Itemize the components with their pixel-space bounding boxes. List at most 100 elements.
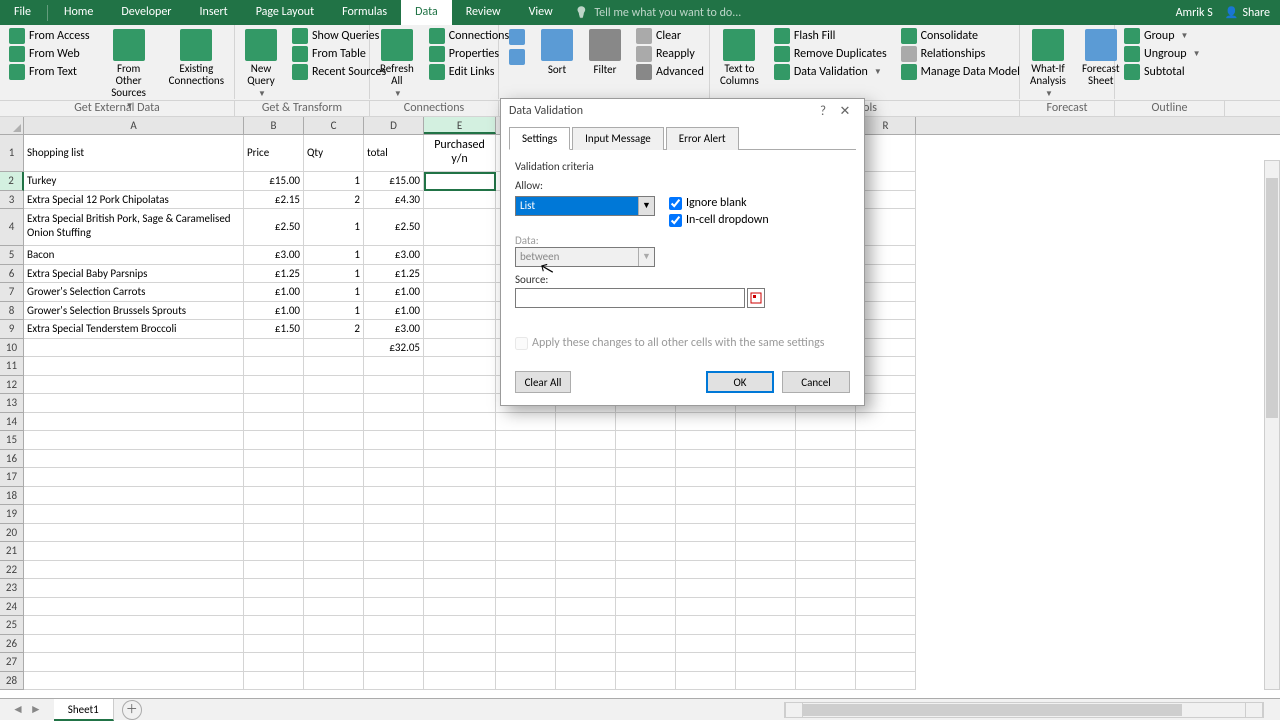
tab-developer[interactable]: Developer: [107, 0, 185, 25]
cell[interactable]: [424, 191, 496, 210]
row-head[interactable]: 4: [0, 209, 24, 246]
whatif-button[interactable]: What-If Analysis▼: [1026, 27, 1070, 101]
range-picker-button[interactable]: [747, 288, 765, 308]
row-head[interactable]: 8: [0, 302, 24, 321]
new-sheet-button[interactable]: ＋: [122, 700, 142, 720]
from-text-button[interactable]: From Text: [6, 63, 93, 81]
row-head[interactable]: 23: [0, 579, 24, 598]
row-head[interactable]: 20: [0, 524, 24, 543]
cell[interactable]: Shopping list: [24, 135, 244, 172]
row-head[interactable]: 19: [0, 505, 24, 524]
cell[interactable]: £1.00: [364, 302, 424, 321]
new-query-button[interactable]: New Query▼: [241, 27, 281, 101]
sheet-tab[interactable]: Sheet1: [54, 699, 114, 721]
chevron-down-icon[interactable]: ▼: [638, 197, 654, 215]
row-head[interactable]: 25: [0, 616, 24, 635]
text-to-columns-button[interactable]: Text to Columns: [716, 27, 763, 89]
cell[interactable]: [424, 339, 496, 358]
cell[interactable]: [244, 339, 304, 358]
col-e[interactable]: E: [424, 117, 496, 134]
cell[interactable]: Grower's Selection Brussels Sprouts: [24, 302, 244, 321]
cell[interactable]: Extra Special British Pork, Sage & Caram…: [24, 209, 244, 246]
cell[interactable]: 1: [304, 283, 364, 302]
ignore-blank-checkbox[interactable]: [669, 197, 682, 210]
allow-dropdown[interactable]: List▼: [515, 196, 655, 216]
col-r[interactable]: R: [856, 117, 916, 134]
row-head[interactable]: 5: [0, 246, 24, 265]
cell[interactable]: Extra Special 12 Pork Chipolatas: [24, 191, 244, 210]
cell[interactable]: £15.00: [364, 172, 424, 191]
col-d[interactable]: D: [364, 117, 424, 134]
cell[interactable]: £1.00: [244, 302, 304, 321]
remove-duplicates-button[interactable]: Remove Duplicates: [771, 45, 890, 63]
cell[interactable]: £2.15: [244, 191, 304, 210]
cancel-button[interactable]: Cancel: [782, 371, 850, 393]
clear-filter-button[interactable]: Clear: [633, 27, 707, 45]
cell[interactable]: Turkey: [24, 172, 244, 191]
cell[interactable]: 2: [304, 320, 364, 339]
row-head[interactable]: 6: [0, 265, 24, 284]
cell[interactable]: 2: [304, 191, 364, 210]
incell-dropdown-checkbox[interactable]: [669, 214, 682, 227]
relationships-button[interactable]: Relationships: [898, 45, 1023, 63]
cell[interactable]: £1.25: [364, 265, 424, 284]
cell[interactable]: [424, 209, 496, 246]
cell[interactable]: £1.25: [244, 265, 304, 284]
refresh-all-button[interactable]: Refresh All▼: [376, 27, 418, 101]
cell[interactable]: [304, 339, 364, 358]
tab-page-layout[interactable]: Page Layout: [242, 0, 328, 25]
cell[interactable]: [24, 339, 244, 358]
source-input[interactable]: [515, 288, 745, 308]
ungroup-button[interactable]: Ungroup▼: [1121, 45, 1204, 63]
sheet-nav-next[interactable]: ►: [30, 702, 42, 717]
row-head[interactable]: 22: [0, 561, 24, 580]
row-head[interactable]: 21: [0, 542, 24, 561]
tab-view[interactable]: View: [515, 0, 567, 25]
vertical-scrollbar[interactable]: [1264, 160, 1280, 690]
cell[interactable]: 1: [304, 265, 364, 284]
row-head[interactable]: 12: [0, 376, 24, 395]
row-head[interactable]: 28: [0, 672, 24, 691]
cell[interactable]: Bacon: [24, 246, 244, 265]
row-head[interactable]: 10: [0, 339, 24, 358]
cell[interactable]: [424, 246, 496, 265]
dialog-close-button[interactable]: ✕: [834, 104, 856, 119]
dialog-help-button[interactable]: ?: [812, 104, 834, 119]
tab-data[interactable]: Data: [401, 0, 452, 25]
sort-az-button[interactable]: [505, 27, 529, 67]
tab-file[interactable]: File: [0, 0, 45, 25]
tab-home[interactable]: Home: [50, 0, 107, 25]
col-c[interactable]: C: [304, 117, 364, 134]
cell[interactable]: [424, 265, 496, 284]
row-head[interactable]: 24: [0, 598, 24, 617]
from-access-button[interactable]: From Access: [6, 27, 93, 45]
tab-formulas[interactable]: Formulas: [328, 0, 401, 25]
cell[interactable]: 1: [304, 246, 364, 265]
tell-me-search[interactable]: Tell me what you want to do...: [567, 6, 1176, 20]
ok-button[interactable]: OK: [706, 371, 774, 393]
row-head[interactable]: 9: [0, 320, 24, 339]
cell[interactable]: Extra Special Tenderstem Broccoli: [24, 320, 244, 339]
row-head[interactable]: 7: [0, 283, 24, 302]
row-head[interactable]: 26: [0, 635, 24, 654]
user-name[interactable]: Amrik S: [1176, 6, 1213, 20]
cell[interactable]: Price: [244, 135, 304, 172]
filter-button[interactable]: Filter: [585, 27, 625, 78]
cell[interactable]: [424, 283, 496, 302]
row-head-1[interactable]: 1: [0, 135, 24, 172]
tab-input-message[interactable]: Input Message: [572, 127, 664, 150]
cell[interactable]: 1: [304, 172, 364, 191]
cell[interactable]: £3.00: [364, 246, 424, 265]
cell[interactable]: £15.00: [244, 172, 304, 191]
group-button[interactable]: Group▼: [1121, 27, 1204, 45]
cell[interactable]: Qty: [304, 135, 364, 172]
clear-all-button[interactable]: Clear All: [515, 371, 571, 393]
cell[interactable]: Grower's Selection Carrots: [24, 283, 244, 302]
row-head[interactable]: 13: [0, 394, 24, 413]
row-head[interactable]: 3: [0, 191, 24, 210]
cell[interactable]: £3.00: [244, 246, 304, 265]
share-button[interactable]: Share: [1225, 6, 1270, 20]
reapply-button[interactable]: Reapply: [633, 45, 707, 63]
row-head[interactable]: 2: [0, 172, 24, 191]
cell[interactable]: £32.05: [364, 339, 424, 358]
